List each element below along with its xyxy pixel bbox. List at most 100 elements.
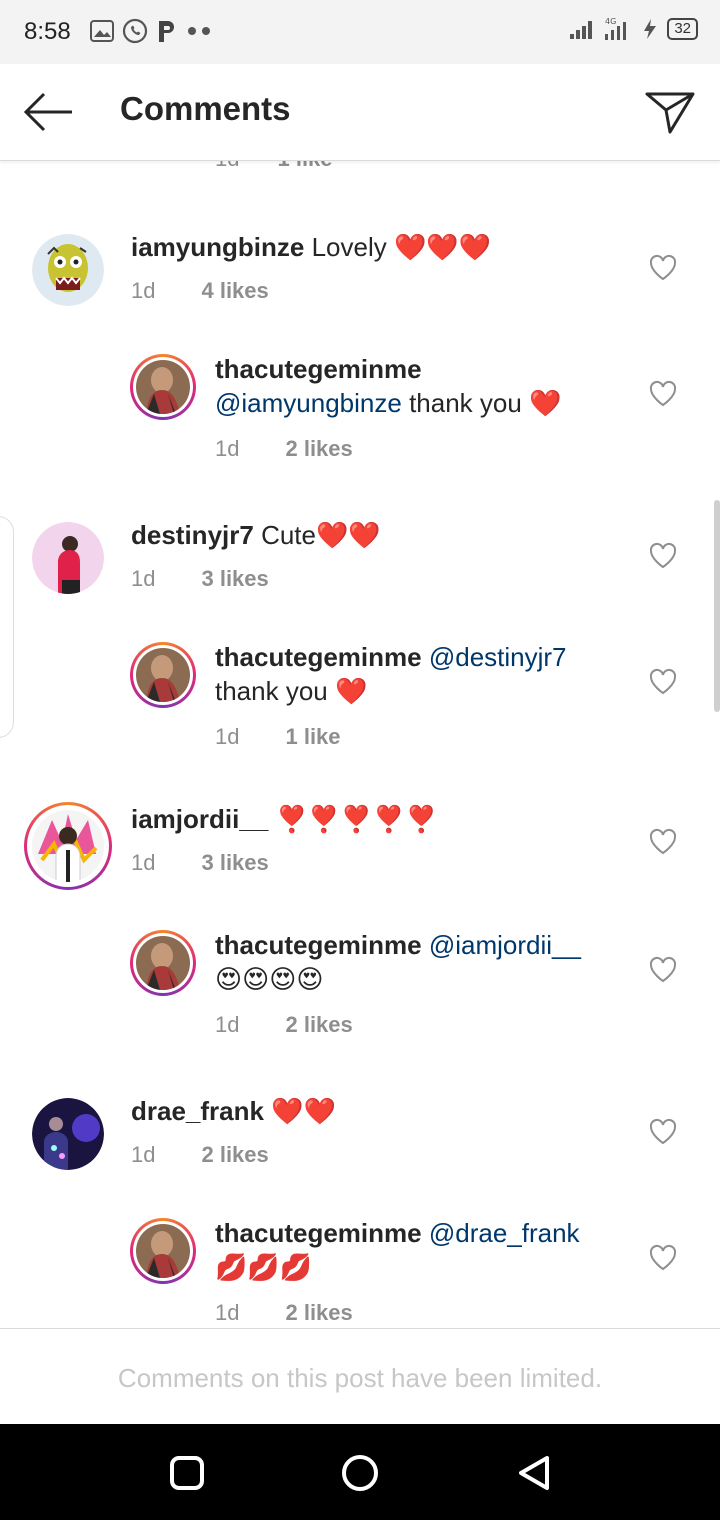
back-button[interactable] [22, 88, 74, 136]
whatsapp-icon [122, 18, 148, 44]
comment-body: thank you ❤️ [409, 388, 562, 418]
back-nav-icon[interactable] [513, 1452, 555, 1494]
notification-icons [90, 18, 212, 44]
comment-mention[interactable]: @iamyungbinze [215, 388, 402, 418]
comment-item: iamjordii__ ❣️❣️❣️❣️❣️ 1d 3 likes [0, 802, 720, 922]
comment-meta: 1d 1 like [215, 724, 341, 750]
svg-text:4G: 4G [605, 17, 616, 26]
avatar[interactable] [32, 522, 104, 594]
comment-body: Cute❤️❤️ [261, 520, 381, 550]
comment-likes[interactable]: 2 likes [285, 436, 352, 461]
comment-mention[interactable]: @drae_frank [429, 1218, 580, 1248]
comment-time: 1d [131, 1142, 156, 1167]
profile-photo [32, 1098, 104, 1170]
comments-limited-footer: Comments on this post have been limited. [0, 1328, 720, 1425]
comment-likes[interactable]: 2 likes [285, 1300, 352, 1325]
battery-level: 32 [667, 18, 698, 40]
avatar[interactable] [130, 930, 196, 996]
like-heart-icon[interactable] [648, 955, 678, 983]
comment-meta: 1d 2 likes [215, 1012, 353, 1038]
comment-body: thank you ❤️ [215, 676, 368, 706]
comment-body: ❣️❣️❣️❣️❣️ [275, 804, 438, 834]
paper-plane-icon [645, 92, 695, 134]
home-icon[interactable] [339, 1452, 381, 1494]
profile-photo [32, 522, 104, 594]
comment-text: thacutegeminme @iamyungbinze thank you ❤… [215, 352, 635, 420]
comment-body: 💋💋💋 [215, 1252, 313, 1282]
like-heart-icon[interactable] [648, 827, 678, 855]
like-heart-icon[interactable] [648, 1117, 678, 1145]
comment-username[interactable]: destinyjr7 [131, 520, 254, 550]
profile-photo [136, 936, 190, 990]
comment-text: drae_frank ❤️❤️ [131, 1094, 631, 1128]
comment-text: destinyjr7 Cute❤️❤️ [131, 518, 631, 552]
comment-mention[interactable]: @destinyjr7 [429, 642, 567, 672]
signal-4g-icon: 4G [605, 17, 627, 40]
avatar[interactable] [32, 234, 104, 306]
comment-username[interactable]: iamjordii__ [131, 804, 268, 834]
system-navigation-bar [0, 1424, 720, 1520]
profile-photo [136, 648, 190, 702]
comment-meta: 1d 2 likes [215, 436, 353, 462]
share-button[interactable] [644, 86, 696, 138]
comment-meta: 1d 3 likes [131, 850, 269, 876]
profile-photo [136, 1224, 190, 1278]
avatar[interactable] [24, 802, 112, 890]
like-heart-icon[interactable] [648, 253, 678, 281]
comment-time: 1d [131, 278, 156, 303]
comment-likes[interactable]: 1 like [285, 724, 340, 749]
comment-username[interactable]: thacutegeminme [215, 1218, 422, 1248]
comment-mention[interactable]: @iamjordii__ [429, 930, 581, 960]
comment-likes[interactable]: 2 likes [201, 1142, 268, 1167]
comment-likes[interactable]: 3 likes [201, 850, 268, 875]
status-bar: 8:58 4G 32 [0, 0, 720, 64]
comment-text: thacutegeminme @destinyjr7 thank you ❤️ [215, 640, 635, 708]
avatar[interactable] [130, 1218, 196, 1284]
comments-limited-text: Comments on this post have been limited. [117, 1363, 603, 1393]
comment-username[interactable]: thacutegeminme [215, 354, 422, 384]
comment-time: 1d [215, 1012, 240, 1037]
comment-body: 😍😍😍😍 [215, 964, 324, 994]
recent-apps-icon[interactable] [166, 1452, 208, 1494]
comment-username[interactable]: drae_frank [131, 1096, 264, 1126]
like-heart-icon[interactable] [648, 667, 678, 695]
comment-text: thacutegeminme @iamjordii__ 😍😍😍😍 [215, 928, 635, 996]
comment-likes[interactable]: 3 likes [201, 566, 268, 591]
comment-time: 1d [131, 566, 156, 591]
partial-time: 1d [215, 160, 239, 171]
comment-text: thacutegeminme @drae_frank 💋💋💋 [215, 1216, 635, 1284]
comments-header: Comments [0, 64, 720, 161]
like-heart-icon[interactable] [648, 1243, 678, 1271]
comment-item: drae_frank ❤️❤️ 1d 2 likes [0, 1094, 720, 1214]
comments-list[interactable]: 1d 1 like iamyungbinze Lovely ❤️❤️❤️ 1d 4 … [0, 160, 720, 1328]
avatar[interactable] [130, 354, 196, 420]
comment-meta: 1d 4 likes [131, 278, 269, 304]
signal-icon [570, 21, 593, 39]
avatar[interactable] [130, 642, 196, 708]
comment-time: 1d [215, 724, 240, 749]
reply-item: thacutegeminme @iamjordii__ 😍😍😍😍 1d 2 lik… [0, 930, 720, 1050]
comment-text: iamyungbinze Lovely ❤️❤️❤️ [131, 230, 631, 264]
partial-comment-meta: 1d 1 like [215, 160, 333, 172]
reply-item: thacutegeminme @drae_frank 💋💋💋 1d 2 likes [0, 1218, 720, 1328]
comment-meta: 1d 2 likes [131, 1142, 269, 1168]
p-app-icon [159, 21, 174, 42]
more-dots-icon [188, 27, 210, 35]
comment-meta: 1d 2 likes [215, 1300, 353, 1326]
reply-item: thacutegeminme @destinyjr7 thank you ❤️ … [0, 642, 720, 762]
gallery-icon [90, 20, 114, 42]
comment-likes[interactable]: 4 likes [201, 278, 268, 303]
like-heart-icon[interactable] [648, 541, 678, 569]
status-time: 8:58 [24, 18, 71, 45]
like-heart-icon[interactable] [648, 379, 678, 407]
comment-likes[interactable]: 2 likes [285, 1012, 352, 1037]
comment-time: 1d [215, 436, 240, 461]
comment-meta: 1d 3 likes [131, 566, 269, 592]
comment-item: iamyungbinze Lovely ❤️❤️❤️ 1d 4 likes [0, 230, 720, 350]
avatar[interactable] [32, 1098, 104, 1170]
comment-time: 1d [215, 1300, 240, 1325]
comment-username[interactable]: iamyungbinze [131, 232, 304, 262]
reply-item: thacutegeminme @iamyungbinze thank you ❤… [0, 354, 720, 474]
comment-username[interactable]: thacutegeminme [215, 930, 422, 960]
comment-username[interactable]: thacutegeminme [215, 642, 422, 672]
